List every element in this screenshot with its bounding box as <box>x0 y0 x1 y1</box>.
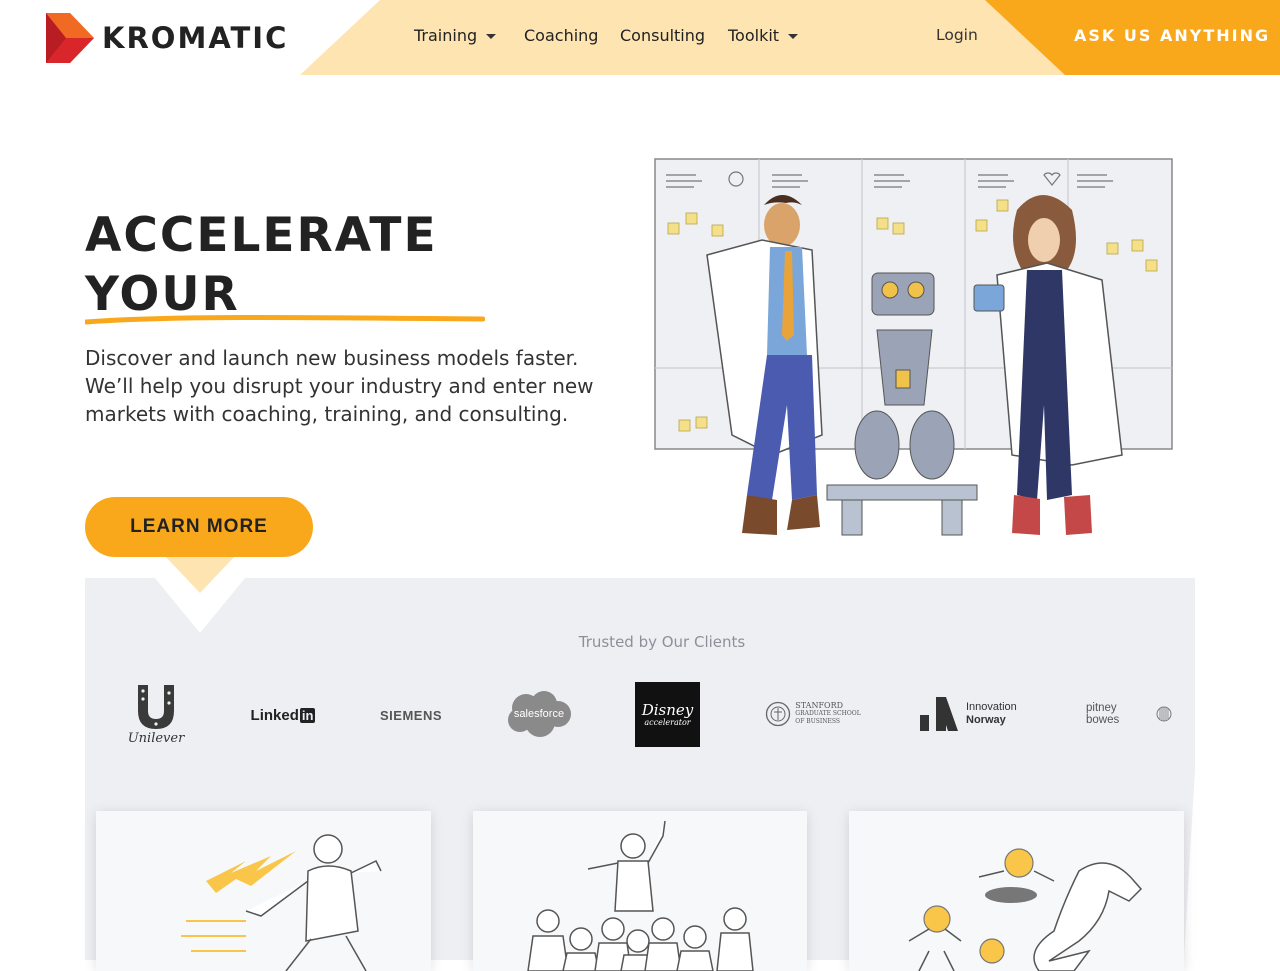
nav-toolkit-label: Toolkit <box>728 26 780 45</box>
pitney-bowes-logo-text: pitney bowes <box>1086 702 1120 726</box>
kromatic-logo-icon <box>46 13 94 63</box>
stanford-seal-icon <box>766 701 791 727</box>
unilever-u-icon <box>138 684 174 729</box>
nav-training[interactable]: Training <box>414 26 497 45</box>
ask-us-anything-button[interactable]: ASK US ANYTHING <box>1074 26 1270 45</box>
linkedin-logo: Linked in <box>245 700 321 730</box>
chevron-down-icon <box>486 34 497 39</box>
unilever-logo: Unilever <box>120 678 192 750</box>
disney-accelerator-text: accelerator <box>644 717 691 727</box>
innovation-norway-mark-icon <box>920 697 958 731</box>
brand-name: KROMATIC <box>102 21 289 55</box>
siemens-logo-text: SIEMENS <box>379 707 442 723</box>
login-link[interactable]: Login <box>936 26 978 44</box>
hero-title-line1: ACCELERATE <box>85 208 438 263</box>
nav-coaching[interactable]: Coaching <box>524 26 598 45</box>
linkedin-logo-text: Linked <box>250 706 299 724</box>
nav-training-label: Training <box>414 26 478 45</box>
stanford-text-block: STANFORD GRADUATE SCHOOL OF BUSINESS <box>795 702 860 726</box>
hero-title: ACCELERATE YOUR <box>85 206 438 324</box>
salesforce-logo-text: salesforce <box>513 708 565 720</box>
chevron-down-icon <box>788 34 799 39</box>
nav-toolkit[interactable]: Toolkit <box>728 26 799 45</box>
pitney-bowes-globe-icon <box>1156 706 1172 722</box>
lightbulbs-dinosaur-illustration-icon <box>908 848 1143 971</box>
clients-heading: Trusted by Our Clients <box>578 633 746 651</box>
salesforce-logo: salesforce <box>506 690 572 738</box>
innovation-norway-line1: Innovation <box>966 701 1017 713</box>
nav-coaching-label: Coaching <box>524 26 599 45</box>
feature-card-coaching[interactable] <box>473 811 807 971</box>
innovation-norway-line2: Norway <box>966 714 1006 726</box>
team-illustration-icon <box>527 820 754 971</box>
hero-illustration <box>654 158 1173 536</box>
disney-logo-text: Disney <box>641 700 694 719</box>
linkedin-in-badge: in <box>299 707 316 723</box>
innovation-norway-text-block: Innovation Norway <box>966 701 1017 727</box>
pitney-bowes-logo: pitney bowes <box>1086 702 1172 726</box>
feature-card-consulting[interactable] <box>849 811 1184 971</box>
disney-accelerator-logo: Disney accelerator <box>635 682 700 747</box>
stanford-logo-line3: OF BUSINESS <box>795 718 840 725</box>
stanford-gsb-logo: STANFORD GRADUATE SCHOOL OF BUSINESS <box>763 698 863 730</box>
stanford-logo-line2: GRADUATE SCHOOL <box>795 710 861 717</box>
nav-consulting[interactable]: Consulting <box>620 26 705 45</box>
site-header: KROMATIC Training Coaching Consulting To… <box>0 0 1280 75</box>
siemens-logo: SIEMENS <box>372 700 450 730</box>
stanford-logo-line1: STANFORD <box>795 701 843 710</box>
feature-card-training[interactable] <box>96 811 431 971</box>
unilever-logo-text: Unilever <box>127 730 185 746</box>
innovation-norway-logo: Innovation Norway <box>920 696 1024 732</box>
hero-description: Discover and launch new business models … <box>85 346 594 426</box>
button-notch-glow-decoration <box>166 557 234 593</box>
learn-more-button[interactable]: LEARN MORE <box>85 497 313 557</box>
nav-consulting-label: Consulting <box>620 26 706 45</box>
runner-illustration-icon <box>181 834 382 971</box>
brand-logo[interactable]: KROMATIC <box>46 13 288 63</box>
title-underline-decoration <box>85 314 485 325</box>
